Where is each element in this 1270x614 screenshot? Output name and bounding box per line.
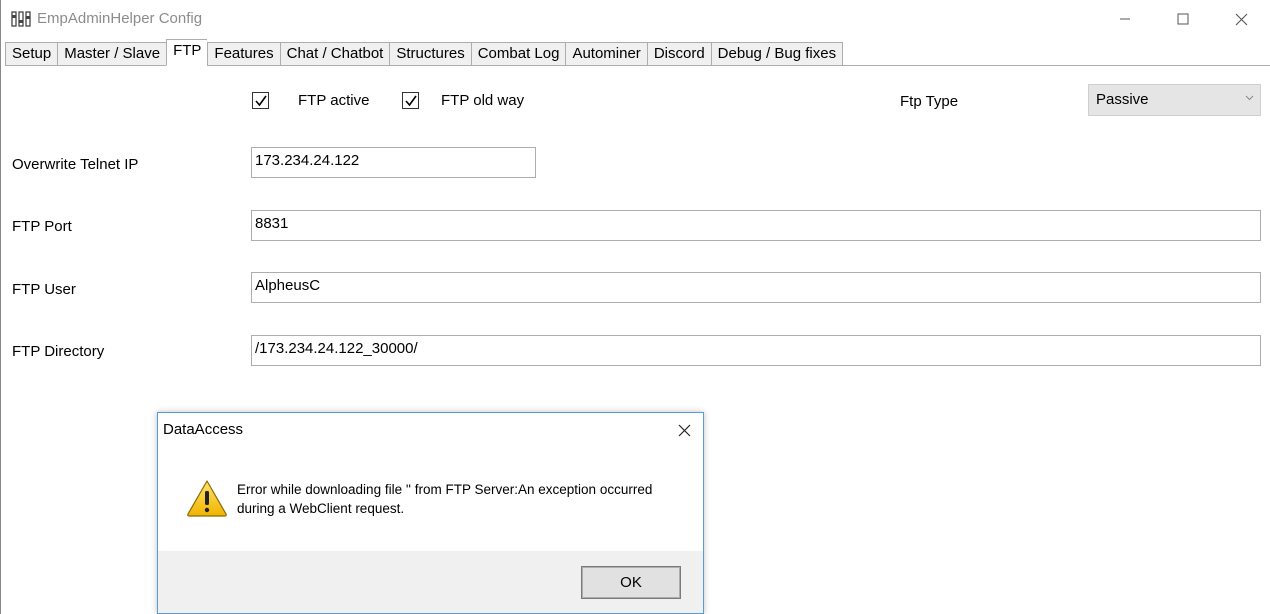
warning-icon xyxy=(187,480,227,517)
maximize-button[interactable] xyxy=(1154,0,1212,38)
tab-master-slave[interactable]: Master / Slave xyxy=(57,42,167,66)
close-icon xyxy=(1235,13,1247,25)
tab-structures[interactable]: Structures xyxy=(389,42,471,66)
ftp-user-input[interactable]: AlpheusC xyxy=(251,272,1261,303)
ftp-type-label: Ftp Type xyxy=(900,93,959,110)
tab-discord[interactable]: Discord xyxy=(646,42,711,66)
ftp-active-label: FTP active xyxy=(298,92,370,109)
tab-ftp[interactable]: FTP xyxy=(166,39,208,66)
ftp-active-checkbox[interactable] xyxy=(252,92,269,109)
tab-setup[interactable]: Setup xyxy=(5,42,58,66)
dialog-title-bar[interactable]: DataAccess xyxy=(158,413,703,447)
ftp-old-way-label: FTP old way xyxy=(441,92,525,109)
window-title: EmpAdminHelper Config xyxy=(37,10,203,27)
close-button[interactable] xyxy=(1212,0,1270,38)
ftp-old-way-checkbox[interactable] xyxy=(402,92,419,109)
ftp-user-label: FTP User xyxy=(12,281,76,298)
tab-debug-bug-fixes[interactable]: Debug / Bug fixes xyxy=(710,42,844,66)
dialog-body: Error while downloading file '' from FTP… xyxy=(158,447,703,551)
checkmark-icon xyxy=(405,95,417,107)
tab-combat-log[interactable]: Combat Log xyxy=(470,42,566,66)
error-dialog: DataAccess Error while downloading file … xyxy=(157,412,704,614)
ftp-directory-input[interactable]: /173.234.24.122_30000/ xyxy=(251,335,1261,366)
app-icon xyxy=(11,10,31,28)
telnet-ip-label: Overwrite Telnet IP xyxy=(12,156,139,173)
dialog-close-button[interactable] xyxy=(666,413,703,447)
minimize-button[interactable] xyxy=(1096,0,1154,38)
tab-strip: Setup Master / Slave FTP Features Chat /… xyxy=(5,39,844,66)
ftp-port-label: FTP Port xyxy=(12,218,72,235)
tab-autominer[interactable]: Autominer xyxy=(565,42,647,66)
tab-features[interactable]: Features xyxy=(207,42,280,66)
maximize-icon xyxy=(1177,13,1189,25)
dialog-title: DataAccess xyxy=(163,421,244,438)
tab-chat-chatbot[interactable]: Chat / Chatbot xyxy=(279,42,390,66)
dialog-message: Error while downloading file '' from FTP… xyxy=(237,482,653,516)
ftp-type-select[interactable]: Passive xyxy=(1088,84,1261,116)
title-bar[interactable]: EmpAdminHelper Config xyxy=(1,0,1270,38)
checkmark-icon xyxy=(255,95,267,107)
main-window: EmpAdminHelper Config Setup Master / Sla… xyxy=(0,0,1270,614)
ftp-port-input[interactable]: 8831 xyxy=(251,210,1261,241)
ftp-directory-label: FTP Directory xyxy=(12,343,105,360)
chevron-down-icon xyxy=(1245,95,1254,101)
minimize-icon xyxy=(1120,18,1130,20)
ok-button[interactable]: OK xyxy=(581,566,681,599)
telnet-ip-input[interactable]: 173.234.24.122 xyxy=(251,147,536,178)
close-icon xyxy=(678,424,691,436)
ftp-type-value: Passive xyxy=(1096,91,1149,108)
